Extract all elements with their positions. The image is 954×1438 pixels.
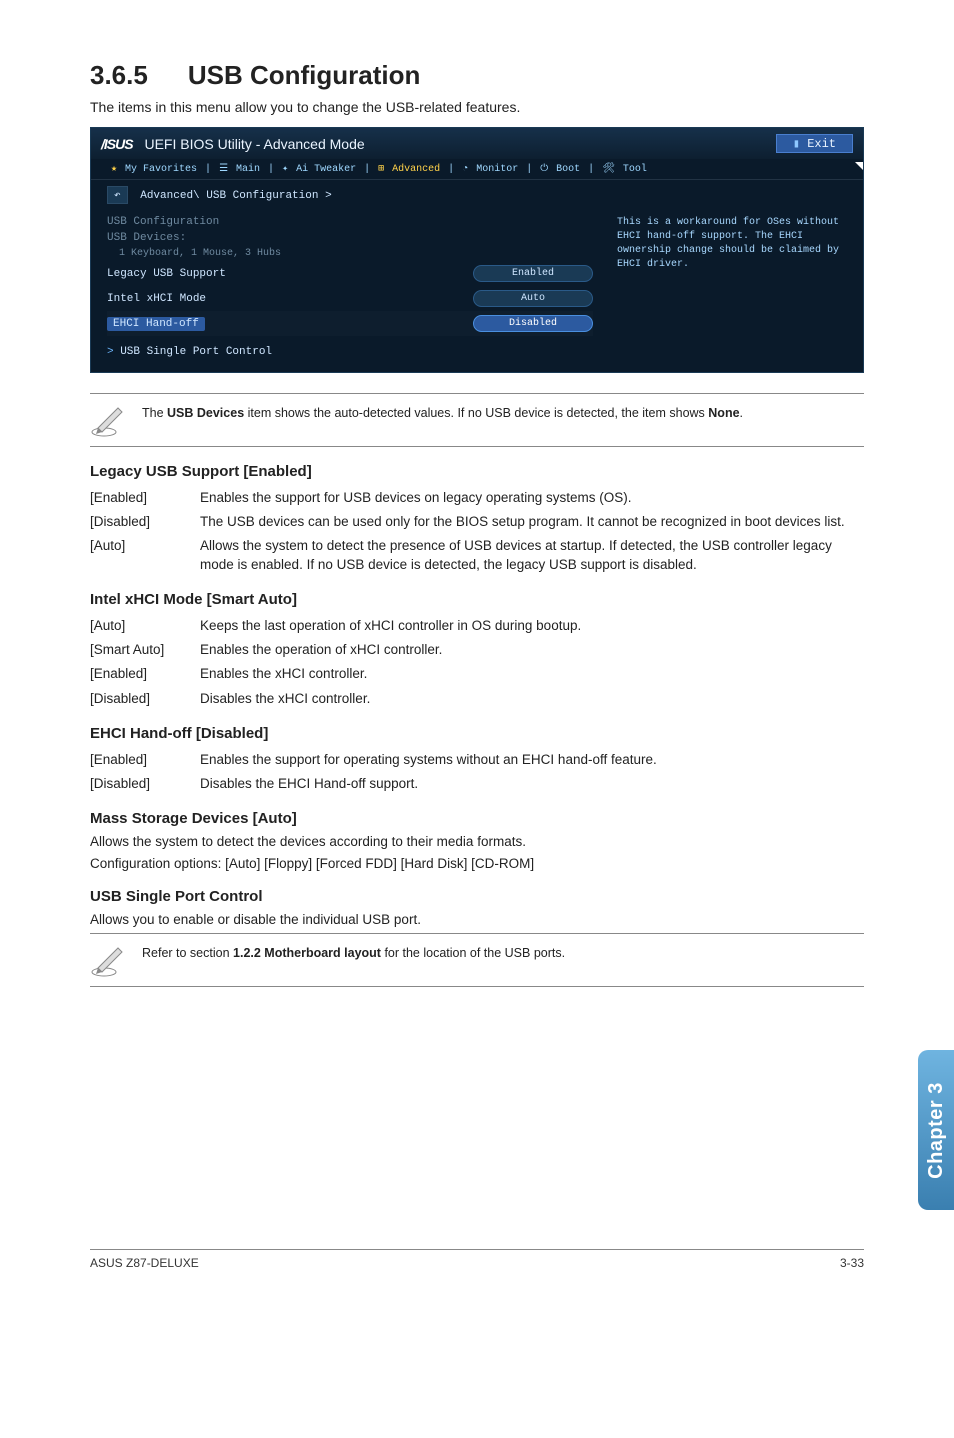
pencil-icon bbox=[90, 402, 126, 438]
list-icon: ☰ bbox=[219, 163, 228, 175]
exit-icon: ▮ bbox=[793, 137, 800, 151]
row-ehci-handoff[interactable]: EHCI Hand-off Disabled bbox=[107, 311, 593, 336]
opt-key: [Disabled] bbox=[90, 687, 200, 711]
tab-advanced[interactable]: Advanced bbox=[392, 164, 440, 175]
note-pre: Refer to section bbox=[142, 946, 233, 960]
table-row: [Disabled]The USB devices can be used on… bbox=[90, 510, 864, 534]
mass-line1: Allows the system to detect the devices … bbox=[90, 833, 864, 851]
heading-legacy-usb: Legacy USB Support [Enabled] bbox=[90, 463, 864, 480]
table-row: [Disabled]Disables the xHCI controller. bbox=[90, 687, 864, 711]
row-ehci-value[interactable]: Disabled bbox=[473, 315, 593, 332]
opt-val: Enables the xHCI controller. bbox=[200, 662, 864, 686]
mass-line2: Configuration options: [Auto] [Floppy] [… bbox=[90, 855, 864, 873]
section-number: 3.6.5 bbox=[90, 60, 148, 91]
tool-icon: 🛠 bbox=[602, 163, 615, 175]
bios-section-title: USB Configuration bbox=[107, 214, 593, 230]
opt-val: Allows the system to detect the presence… bbox=[200, 534, 864, 576]
table-xhci-mode: [Auto]Keeps the last operation of xHCI c… bbox=[90, 614, 864, 711]
row-xhci-value[interactable]: Auto bbox=[473, 290, 593, 307]
usb-devices-label: USB Devices: bbox=[107, 230, 593, 246]
tab-ai-tweaker[interactable]: Ai Tweaker bbox=[296, 164, 356, 175]
table-ehci-handoff: [Enabled]Enables the support for operati… bbox=[90, 748, 864, 796]
tab-favorites[interactable]: My Favorites bbox=[125, 164, 197, 175]
footer-left: ASUS Z87-DELUXE bbox=[90, 1256, 199, 1270]
heading-xhci-mode: Intel xHCI Mode [Smart Auto] bbox=[90, 591, 864, 608]
tab-main[interactable]: Main bbox=[236, 164, 260, 175]
chapter-tab: Chapter 3 bbox=[918, 1050, 954, 1210]
bios-title: UEFI BIOS Utility - Advanced Mode bbox=[144, 136, 364, 152]
row-legacy-usb[interactable]: Legacy USB Support Enabled bbox=[107, 261, 593, 286]
note-post: for the location of the USB ports. bbox=[381, 946, 565, 960]
intro-text: The items in this menu allow you to chan… bbox=[90, 99, 864, 115]
bios-tab-bar: ★ My Favorites | ☰ Main | ✦ Ai Tweaker |… bbox=[91, 159, 863, 180]
back-button[interactable]: ↶ bbox=[107, 186, 128, 204]
table-row: [Auto]Allows the system to detect the pr… bbox=[90, 534, 864, 576]
opt-key: [Disabled] bbox=[90, 772, 200, 796]
note-bold: 1.2.2 Motherboard layout bbox=[233, 946, 381, 960]
opt-val: Enables the support for USB devices on l… bbox=[200, 486, 864, 510]
exit-button[interactable]: ▮ Exit bbox=[776, 134, 853, 153]
page-footer: ASUS Z87-DELUXE 3-33 bbox=[90, 1249, 864, 1270]
table-row: [Smart Auto]Enables the operation of xHC… bbox=[90, 638, 864, 662]
table-row: [Auto]Keeps the last operation of xHCI c… bbox=[90, 614, 864, 638]
tab-boot[interactable]: Boot bbox=[556, 164, 580, 175]
ai-icon: ✦ bbox=[282, 163, 288, 175]
pencil-icon bbox=[90, 942, 126, 978]
advanced-icon: ⊞ bbox=[378, 163, 384, 175]
note-usb-ports-location: Refer to section 1.2.2 Motherboard layou… bbox=[90, 933, 864, 987]
tab-monitor[interactable]: Monitor bbox=[476, 164, 518, 175]
heading-ehci-handoff: EHCI Hand-off [Disabled] bbox=[90, 725, 864, 742]
opt-val: The USB devices can be used only for the… bbox=[200, 510, 864, 534]
usb-devices-value: 1 Keyboard, 1 Mouse, 3 Hubs bbox=[107, 246, 593, 261]
opt-key: [Enabled] bbox=[90, 662, 200, 686]
table-row: [Enabled]Enables the xHCI controller. bbox=[90, 662, 864, 686]
footer-right: 3-33 bbox=[840, 1256, 864, 1270]
opt-val: Disables the xHCI controller. bbox=[200, 687, 864, 711]
note-text: Refer to section 1.2.2 Motherboard layou… bbox=[142, 942, 864, 960]
opt-key: [Smart Auto] bbox=[90, 638, 200, 662]
opt-val: Enables the support for operating system… bbox=[200, 748, 864, 772]
opt-key: [Disabled] bbox=[90, 510, 200, 534]
table-row: [Enabled]Enables the support for operati… bbox=[90, 748, 864, 772]
chapter-tab-label: Chapter 3 bbox=[925, 1082, 948, 1179]
opt-key: [Enabled] bbox=[90, 486, 200, 510]
asus-logo: /ISUS bbox=[101, 136, 133, 152]
row-ehci-label: EHCI Hand-off bbox=[107, 317, 205, 331]
bios-help-panel: This is a workaround for OSes without EH… bbox=[617, 214, 847, 358]
single-port-line: Allows you to enable or disable the indi… bbox=[90, 911, 864, 929]
heading-single-port: USB Single Port Control bbox=[90, 888, 864, 905]
star-icon: ★ bbox=[111, 163, 117, 175]
exit-label: Exit bbox=[807, 137, 836, 151]
note-mid: item shows the auto-detected values. If … bbox=[244, 406, 708, 420]
table-row: [Enabled]Enables the support for USB dev… bbox=[90, 486, 864, 510]
opt-key: [Auto] bbox=[90, 534, 200, 576]
note-usb-devices: The USB Devices item shows the auto-dete… bbox=[90, 393, 864, 447]
row-legacy-value[interactable]: Enabled bbox=[473, 265, 593, 282]
note-post: . bbox=[740, 406, 743, 420]
opt-val: Disables the EHCI Hand-off support. bbox=[200, 772, 864, 796]
boot-icon: ⏻ bbox=[540, 163, 548, 175]
section-title: USB Configuration bbox=[188, 60, 421, 91]
table-legacy-usb: [Enabled]Enables the support for USB dev… bbox=[90, 486, 864, 577]
bios-screenshot: /ISUS UEFI BIOS Utility - Advanced Mode … bbox=[90, 127, 864, 373]
table-row: [Disabled]Disables the EHCI Hand-off sup… bbox=[90, 772, 864, 796]
opt-val: Enables the operation of xHCI controller… bbox=[200, 638, 864, 662]
note-bold1: USB Devices bbox=[167, 406, 244, 420]
row-xhci-label: Intel xHCI Mode bbox=[107, 293, 206, 305]
breadcrumb: Advanced\ USB Configuration > bbox=[140, 190, 331, 202]
note-bold2: None bbox=[708, 406, 739, 420]
heading-mass-storage: Mass Storage Devices [Auto] bbox=[90, 810, 864, 827]
note-text: The USB Devices item shows the auto-dete… bbox=[142, 402, 864, 420]
row-xhci-mode[interactable]: Intel xHCI Mode Auto bbox=[107, 286, 593, 311]
link-usb-single-port[interactable]: USB Single Port Control bbox=[107, 336, 593, 358]
monitor-icon: ◔ bbox=[462, 164, 468, 175]
opt-key: [Auto] bbox=[90, 614, 200, 638]
note-pre: The bbox=[142, 406, 167, 420]
tab-tool[interactable]: Tool bbox=[623, 164, 647, 175]
opt-val: Keeps the last operation of xHCI control… bbox=[200, 614, 864, 638]
opt-key: [Enabled] bbox=[90, 748, 200, 772]
corner-triangle-icon bbox=[855, 162, 863, 170]
row-legacy-label: Legacy USB Support bbox=[107, 268, 226, 280]
